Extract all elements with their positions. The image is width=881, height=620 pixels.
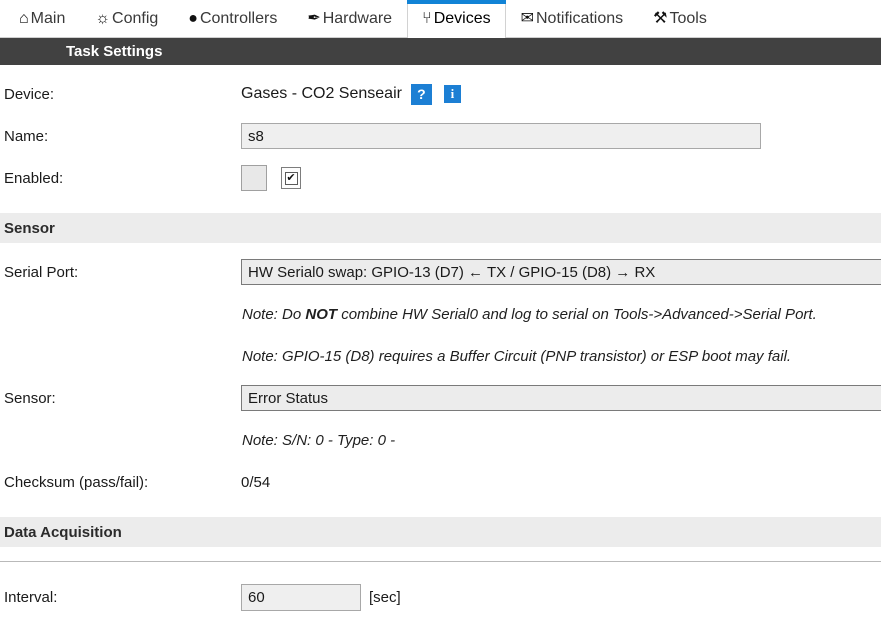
- row-serial-port: Serial Port: HW Serial0 swap: GPIO-13 (D…: [0, 251, 881, 293]
- section-header-data-acquisition: Data Acquisition: [0, 517, 881, 547]
- row-serial-port-note-2: Note: GPIO-15 (D8) requires a Buffer Cir…: [0, 335, 881, 377]
- info-icon[interactable]: i: [443, 85, 461, 103]
- section-header-sensor: Sensor: [0, 213, 881, 243]
- section-header-sensor-title: Sensor: [4, 219, 55, 237]
- nav-tab-hardware[interactable]: ✒ Hardware: [292, 0, 407, 37]
- nav-tab-tools[interactable]: ⚒ Tools: [638, 0, 722, 37]
- enabled-value-group: ✔: [241, 165, 881, 191]
- serial-port-value-group: HW Serial0 swap: GPIO-13 (D7) ← TX / GPI…: [241, 259, 881, 285]
- plug-icon: ⑂: [422, 9, 432, 27]
- nav-tab-notifications-label: Notifications: [536, 10, 624, 27]
- interval-label: Interval:: [4, 588, 58, 606]
- row-serial-port-note-1: Note: Do NOT combine HW Serial0 and log …: [0, 293, 881, 335]
- row-interval: Interval: [sec]: [0, 576, 881, 618]
- row-name: Name:: [0, 115, 881, 157]
- serial-port-note-2: Note: GPIO-15 (D8) requires a Buffer Cir…: [242, 347, 792, 365]
- nav-tab-devices[interactable]: ⑂ Devices: [407, 0, 506, 38]
- enabled-checkbox[interactable]: ✔: [281, 167, 301, 189]
- nav-tab-hardware-label: Hardware: [322, 10, 393, 27]
- row-sensor-note: Note: S/N: 0 - Type: 0 -: [0, 419, 881, 461]
- sensor-select[interactable]: Error Status: [241, 385, 881, 411]
- interval-unit-label: [sec]: [369, 588, 401, 606]
- name-label: Name:: [4, 127, 49, 145]
- chat-bubble-icon: ●: [188, 10, 198, 27]
- task-settings-form: Device: Gases - CO2 Senseair ? i Name: E…: [0, 65, 881, 618]
- nav-tab-tools-label: Tools: [669, 10, 707, 27]
- nav-tab-main[interactable]: ⌂ Main: [4, 0, 80, 37]
- device-name-text: Gases - CO2 Senseair: [241, 85, 402, 102]
- enabled-label: Enabled:: [4, 169, 64, 187]
- sensor-label: Sensor:: [4, 389, 56, 407]
- row-device: Device: Gases - CO2 Senseair ? i: [0, 73, 881, 115]
- nav-tab-config[interactable]: ☼ Config: [80, 0, 173, 37]
- checksum-value: 0/54: [241, 473, 271, 491]
- sensor-value-group: Error Status: [241, 385, 881, 411]
- serial-port-select[interactable]: HW Serial0 swap: GPIO-13 (D7) ← TX / GPI…: [241, 259, 881, 285]
- interval-value-group: [sec]: [241, 583, 881, 611]
- home-icon: ⌂: [19, 10, 29, 27]
- checkmark-icon: ✔: [284, 171, 298, 185]
- interval-input[interactable]: [241, 583, 361, 611]
- serial-port-label: Serial Port:: [4, 263, 79, 281]
- main-navigation: ⌂ Main ☼ Config ● Controllers ✒ Hardware…: [0, 0, 881, 38]
- note-1-prefix: Note: Do: [242, 305, 306, 323]
- name-input[interactable]: [241, 123, 761, 149]
- row-checksum: Checksum (pass/fail): 0/54: [0, 461, 881, 503]
- section-header-data-acquisition-title: Data Acquisition: [4, 523, 122, 541]
- note-1-bold: NOT: [305, 305, 338, 323]
- checksum-label: Checksum (pass/fail):: [4, 473, 149, 491]
- row-sensor: Sensor: Error Status: [0, 377, 881, 419]
- gear-icon: ☼: [95, 10, 111, 27]
- sensor-note-serial-type: Note: S/N: 0 - Type: 0 -: [242, 431, 396, 449]
- envelope-icon: ✉: [520, 10, 534, 27]
- row-enabled: Enabled: ✔: [0, 157, 881, 199]
- pin-icon: ✒: [307, 10, 321, 27]
- nav-tab-notifications[interactable]: ✉ Notifications: [506, 0, 639, 37]
- checksum-value-group: 0/54: [241, 474, 881, 491]
- task-settings-title: Task Settings: [66, 43, 163, 60]
- enabled-placeholder-box: [241, 165, 267, 191]
- nav-tab-main-label: Main: [30, 10, 66, 27]
- serial-port-note-1: Note: Do NOT combine HW Serial0 and log …: [241, 306, 817, 323]
- help-icon[interactable]: ?: [410, 83, 432, 105]
- device-label: Device:: [4, 85, 55, 103]
- note-1-suffix: combine HW Serial0 and log to serial on …: [337, 305, 817, 323]
- nav-tab-devices-label: Devices: [433, 9, 491, 27]
- nav-tab-config-label: Config: [112, 10, 159, 27]
- wrench-icon: ⚒: [653, 10, 668, 27]
- device-value-group: Gases - CO2 Senseair ? i: [241, 83, 881, 105]
- task-settings-header: Task Settings: [0, 38, 881, 65]
- name-value-group: [241, 123, 881, 149]
- nav-tab-controllers-label: Controllers: [199, 10, 278, 27]
- nav-tab-controllers[interactable]: ● Controllers: [173, 0, 292, 37]
